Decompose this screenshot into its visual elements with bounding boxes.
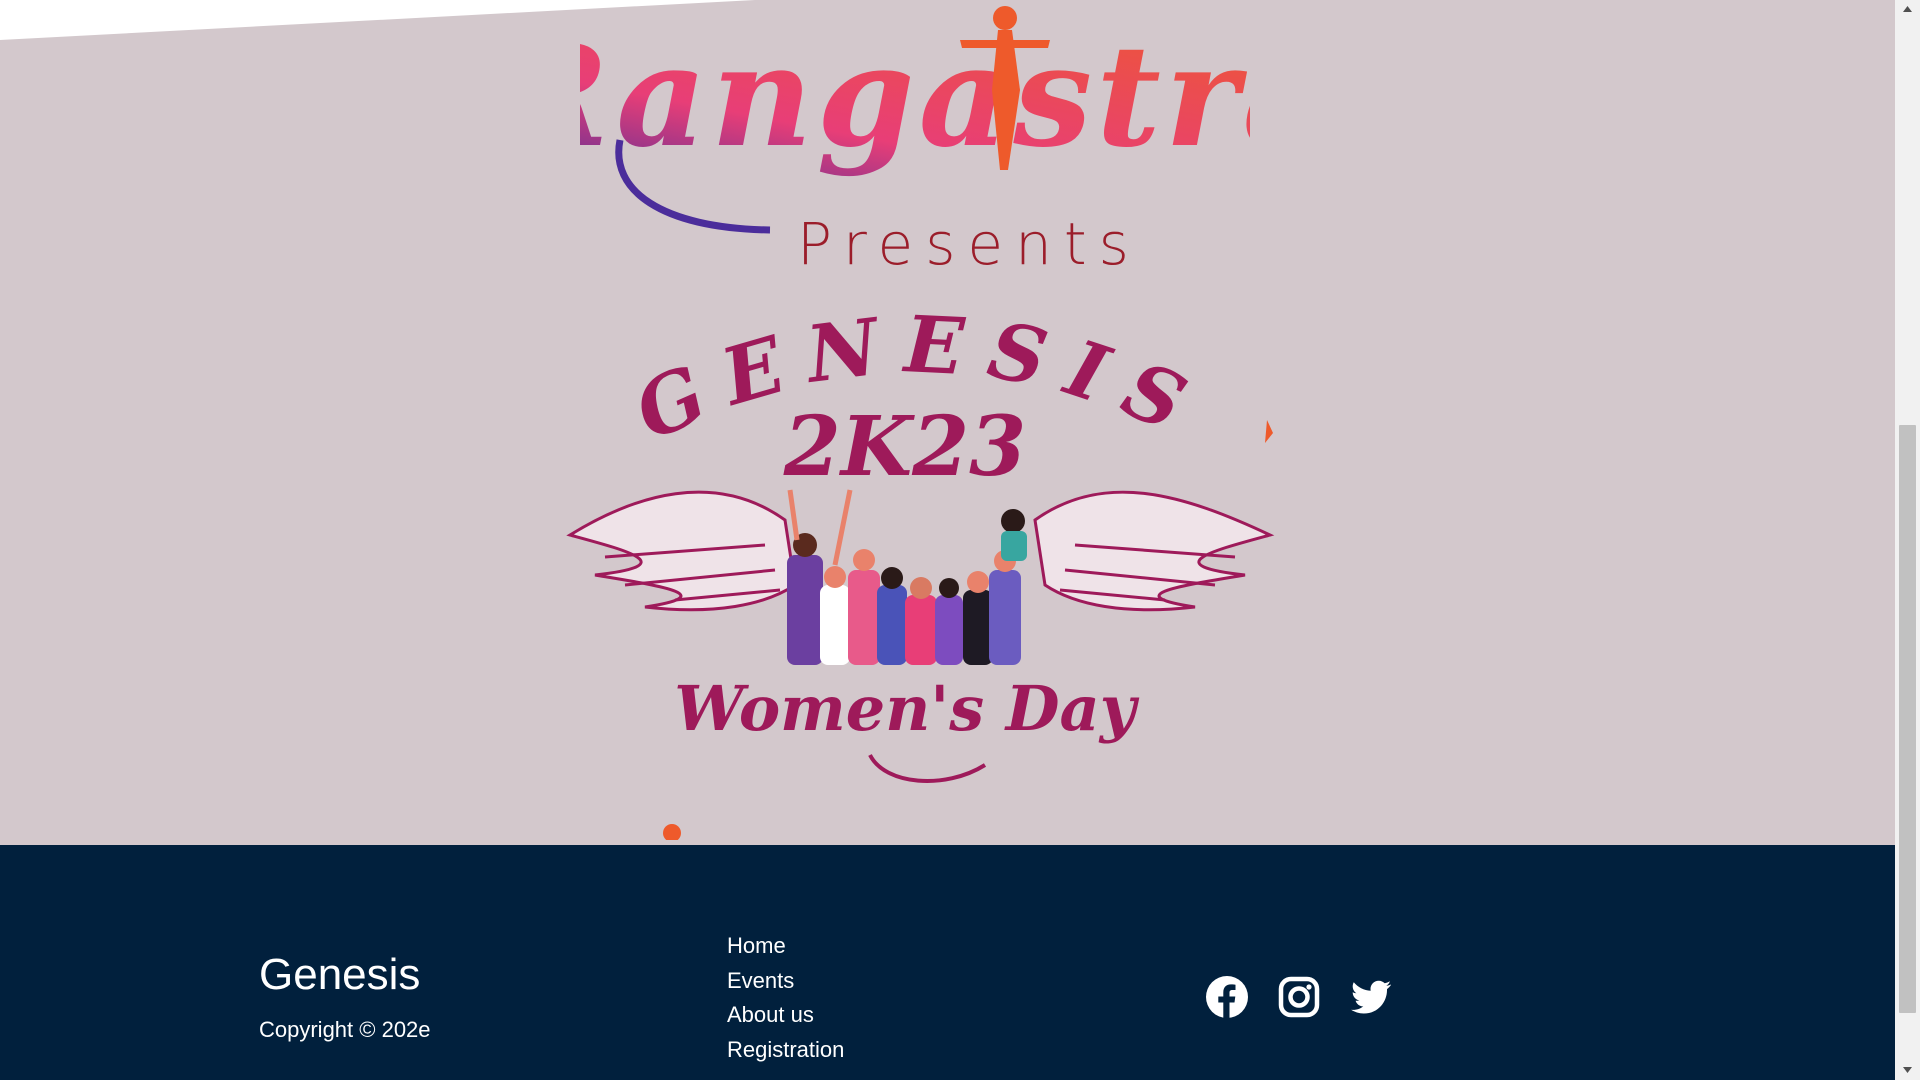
footer-nav-item: Registration	[727, 1037, 844, 1072]
facebook-icon[interactable]	[1205, 975, 1249, 1019]
scrollbar-thumb[interactable]	[1899, 425, 1916, 1013]
footer-link-registration[interactable]: Registration	[727, 1037, 844, 1062]
footer-nav-item: About us	[727, 1002, 844, 1037]
footer-link-about-us[interactable]: About us	[727, 1002, 814, 1027]
social-links	[1205, 975, 1393, 1019]
instagram-icon[interactable]	[1277, 975, 1321, 1019]
scroll-down-arrow-icon[interactable]	[1895, 1058, 1920, 1080]
vertical-scrollbar[interactable]	[1895, 0, 1920, 1080]
logo-wordmark: Rangastra	[580, 15, 1250, 179]
site-footer: Genesis Copyright © 202e Home Events Abo…	[0, 845, 1895, 1080]
left-wing	[566, 490, 797, 612]
footer-link-events[interactable]: Events	[727, 968, 794, 993]
footer-link-home[interactable]: Home	[727, 933, 786, 958]
womens-day-text: Women's Day	[674, 672, 1139, 745]
hero-section: Rangastra Presents GENESIS 2K23	[0, 0, 1895, 845]
footer-brand: Genesis	[259, 950, 421, 999]
scroll-up-arrow-icon[interactable]	[1895, 0, 1920, 22]
footer-nav-item: Home	[727, 933, 844, 968]
footer-nav: Home Events About us Registration	[727, 933, 844, 1071]
twitter-icon[interactable]	[1349, 975, 1393, 1019]
right-wing	[1033, 490, 1275, 612]
rangastra-logo: Rangastra	[580, 6, 1250, 234]
footer-nav-item: Events	[727, 968, 844, 1003]
genesis-2k23-emblem: GENESIS 2K23 Women's Day	[566, 299, 1275, 840]
footer-copyright: Copyright © 202e	[259, 1017, 431, 1042]
presents-heading: Presents	[797, 210, 1141, 278]
page-viewport: Rangastra Presents GENESIS 2K23	[0, 0, 1895, 1080]
women-group-illustration	[787, 489, 1027, 665]
genesis-year: 2K23	[783, 399, 1026, 495]
